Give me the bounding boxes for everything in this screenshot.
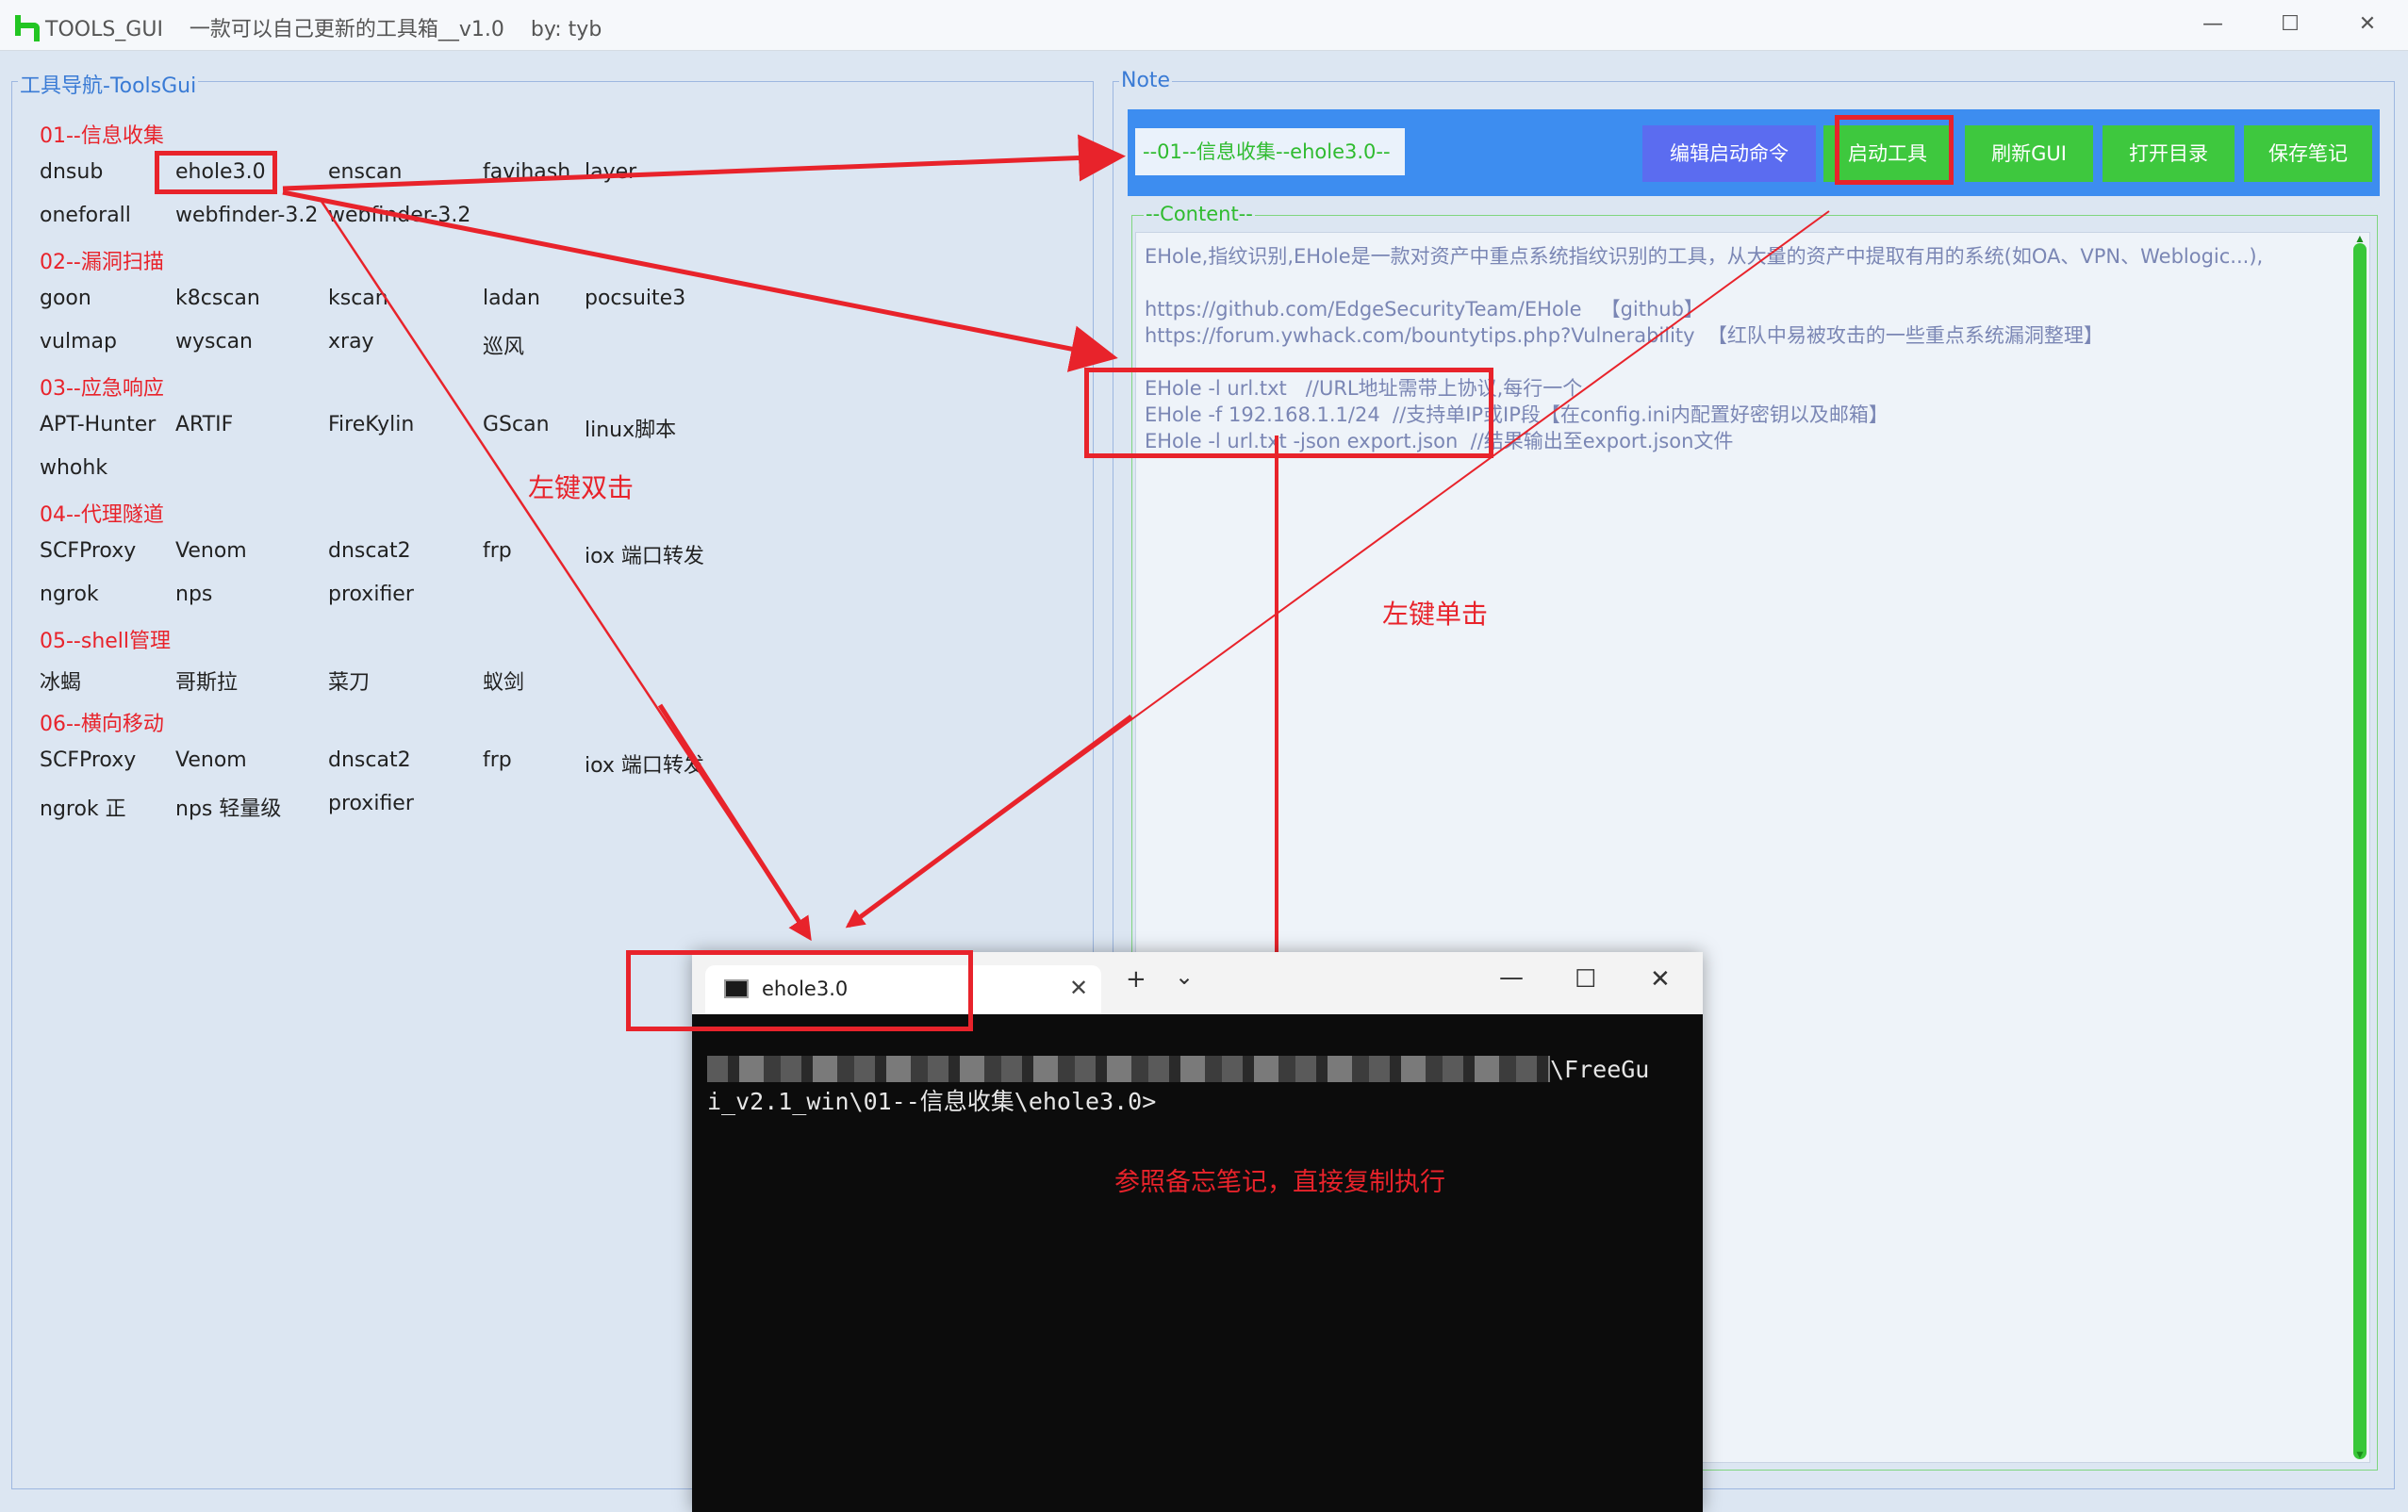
new-tab-icon[interactable]: +	[1126, 965, 1146, 994]
highlight-terminal-tab-box	[626, 950, 973, 1031]
tab-dropdown-icon[interactable]: ⌄	[1175, 963, 1194, 990]
arrow-launch-to-terminal-thick	[847, 714, 1133, 929]
terminal-prompt-line: i_v2.1_win\01--信息收集\ehole3.0>	[707, 1088, 1157, 1115]
single-click-annotation: 左键单击	[1382, 599, 1489, 630]
redacted-path	[707, 1056, 1550, 1082]
copy-hint-annotation: 参照备忘笔记，直接复制执行	[1114, 1168, 1445, 1197]
double-click-annotation: 左键双击	[528, 472, 635, 503]
terminal-maximize-button[interactable]: ☐	[1575, 965, 1596, 994]
terminal-minimize-button[interactable]: —	[1499, 963, 1524, 992]
terminal-line-1: \FreeGu	[707, 1054, 1688, 1086]
terminal-window: ehole3.0 ✕ + ⌄ — ☐ ✕ \FreeGu i_v2.1_win\…	[692, 952, 1703, 1512]
terminal-path-tail: \FreeGu	[1550, 1056, 1650, 1083]
arrow-to-terminal-from-tool-thick	[657, 703, 812, 939]
terminal-close-button[interactable]: ✕	[1650, 965, 1671, 994]
terminal-output[interactable]: \FreeGu i_v2.1_win\01--信息收集\ehole3.0>	[707, 1054, 1688, 1118]
arrow-to-current-tool	[282, 134, 1126, 191]
close-tab-icon[interactable]: ✕	[1069, 975, 1088, 1001]
